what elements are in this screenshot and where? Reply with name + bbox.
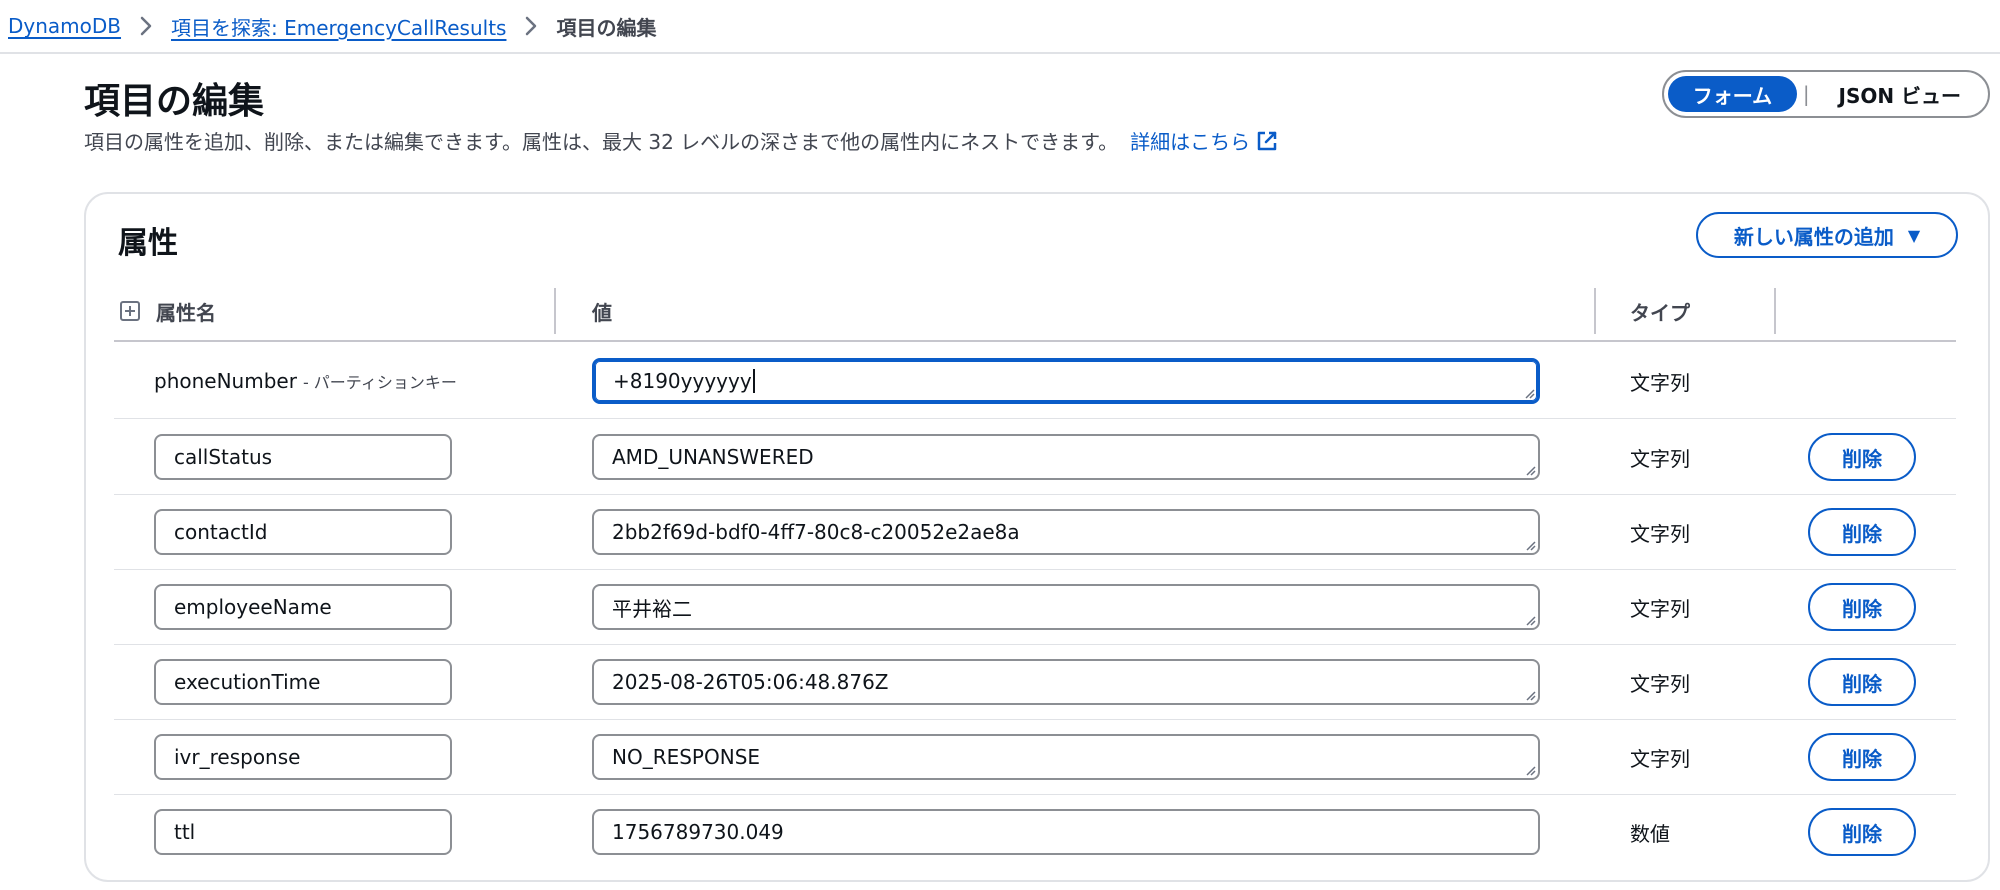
column-divider[interactable] bbox=[1774, 288, 1776, 334]
column-header-name: 属性名 bbox=[120, 282, 216, 340]
attribute-name-input[interactable] bbox=[154, 659, 452, 705]
table-header: 属性名 値 タイプ bbox=[114, 282, 1956, 342]
form-view-button[interactable]: フォーム bbox=[1668, 76, 1797, 112]
page-description-text: 項目の属性を追加、削除、または編集できます。属性は、最大 32 レベルの深さまで… bbox=[84, 130, 1119, 154]
attribute-type: 数値 bbox=[1630, 821, 1670, 846]
external-link-icon bbox=[1257, 131, 1277, 150]
resize-handle-icon[interactable] bbox=[1524, 464, 1536, 476]
caret-down-icon: ▼ bbox=[1907, 225, 1921, 245]
column-divider[interactable] bbox=[1594, 288, 1596, 334]
delete-button[interactable]: 削除 bbox=[1808, 733, 1916, 781]
attribute-value-input[interactable]: 2025-08-26T05:06:48.876Z bbox=[592, 659, 1540, 705]
attribute-type: 文字列 bbox=[1630, 671, 1690, 696]
attribute-type: 文字列 bbox=[1630, 446, 1690, 471]
text-cursor bbox=[752, 369, 755, 393]
column-header-type: タイプ bbox=[1630, 300, 1690, 325]
attribute-value-text: 平井裕二 bbox=[612, 596, 692, 621]
partition-key-label: phoneNumber - パーティションキー bbox=[154, 344, 457, 418]
attribute-name-input[interactable] bbox=[154, 734, 452, 780]
attribute-value-input[interactable]: 平井裕二 bbox=[592, 584, 1540, 630]
partition-key-type: 文字列 bbox=[1630, 370, 1690, 395]
attribute-value-input[interactable]: 2bb2f69d-bdf0-4ff7-80c8-c20052e2ae8a bbox=[592, 509, 1540, 555]
table-row: 平井裕二 文字列 削除 bbox=[114, 570, 1956, 645]
breadcrumb: DynamoDB 項目を探索: EmergencyCallResults 項目の… bbox=[0, 0, 2000, 54]
delete-button[interactable]: 削除 bbox=[1808, 583, 1916, 631]
resize-handle-icon[interactable] bbox=[1524, 689, 1536, 701]
resize-handle-icon[interactable] bbox=[1524, 539, 1536, 551]
table-row: NO_RESPONSE 文字列 削除 bbox=[114, 720, 1956, 795]
attributes-panel: 属性 新しい属性の追加 ▼ 属性名 値 タイプ phoneNumber - パー… bbox=[84, 192, 1990, 882]
attribute-name-input[interactable] bbox=[154, 809, 452, 855]
attribute-value-text: 2025-08-26T05:06:48.876Z bbox=[612, 670, 889, 694]
attribute-name-input[interactable] bbox=[154, 434, 452, 480]
attribute-name-input[interactable] bbox=[154, 584, 452, 630]
attribute-value-text: NO_RESPONSE bbox=[612, 745, 761, 769]
delete-button[interactable]: 削除 bbox=[1808, 508, 1916, 556]
expand-all-icon[interactable] bbox=[120, 301, 140, 321]
attribute-value-input[interactable]: NO_RESPONSE bbox=[592, 734, 1540, 780]
page-title: 項目の編集 bbox=[84, 81, 265, 122]
attribute-type: 文字列 bbox=[1630, 746, 1690, 771]
column-header-value: 値 bbox=[592, 300, 612, 325]
attribute-name-input[interactable] bbox=[154, 509, 452, 555]
table-row: 1756789730.049 数値 削除 bbox=[114, 795, 1956, 870]
attribute-type: 文字列 bbox=[1630, 521, 1690, 546]
attribute-value-text: AMD_UNANSWERED bbox=[612, 445, 814, 469]
table-row: AMD_UNANSWERED 文字列 削除 bbox=[114, 420, 1956, 495]
attribute-value-input[interactable]: 1756789730.049 bbox=[592, 809, 1540, 855]
attribute-value-text: 2bb2f69d-bdf0-4ff7-80c8-c20052e2ae8a bbox=[612, 520, 1020, 544]
learn-more-label: 詳細はこちら bbox=[1130, 130, 1251, 154]
learn-more-link[interactable]: 詳細はこちら bbox=[1130, 126, 1278, 155]
toggle-divider: | bbox=[1802, 82, 1810, 106]
attributes-title: 属性 bbox=[118, 226, 178, 261]
partition-key-suffix: - パーティションキー bbox=[302, 373, 457, 392]
add-new-attribute-button[interactable]: 新しい属性の追加 ▼ bbox=[1696, 212, 1958, 258]
table-row: 2025-08-26T05:06:48.876Z 文字列 削除 bbox=[114, 645, 1956, 720]
delete-button[interactable]: 削除 bbox=[1808, 658, 1916, 706]
partition-key-value-text: +8190yyyyyy bbox=[613, 369, 752, 393]
attribute-value-input[interactable]: AMD_UNANSWERED bbox=[592, 434, 1540, 480]
page-description: 項目の属性を追加、削除、または編集できます。属性は、最大 32 レベルの深さまで… bbox=[84, 126, 1278, 155]
chevron-right-icon bbox=[524, 15, 538, 37]
chevron-right-icon bbox=[139, 15, 153, 37]
column-name-label: 属性名 bbox=[156, 300, 216, 325]
resize-handle-icon[interactable] bbox=[1524, 614, 1536, 626]
view-toggle: フォーム | JSON ビュー bbox=[1662, 70, 1990, 118]
table-row-partition-key: phoneNumber - パーティションキー +8190yyyyyy 文字列 bbox=[114, 344, 1956, 419]
resize-handle-icon[interactable] bbox=[1524, 764, 1536, 776]
delete-button[interactable]: 削除 bbox=[1808, 808, 1916, 856]
partition-key-value-input[interactable]: +8190yyyyyy bbox=[592, 358, 1540, 404]
delete-button[interactable]: 削除 bbox=[1808, 433, 1916, 481]
breadcrumb-dynamodb-link[interactable]: DynamoDB bbox=[8, 14, 121, 38]
add-new-attribute-label: 新しい属性の追加 bbox=[1733, 224, 1894, 249]
attribute-type: 文字列 bbox=[1630, 596, 1690, 621]
partition-key-name: phoneNumber bbox=[154, 369, 297, 393]
column-divider[interactable] bbox=[554, 288, 556, 334]
resize-handle-icon[interactable] bbox=[1523, 387, 1535, 399]
table-row: 2bb2f69d-bdf0-4ff7-80c8-c20052e2ae8a 文字列… bbox=[114, 495, 1956, 570]
attribute-value-text: 1756789730.049 bbox=[612, 820, 784, 844]
breadcrumb-explore-items-link[interactable]: 項目を探索: EmergencyCallResults bbox=[171, 12, 506, 41]
json-view-button[interactable]: JSON ビュー bbox=[1816, 76, 1984, 112]
breadcrumb-current: 項目の編集 bbox=[556, 15, 657, 40]
